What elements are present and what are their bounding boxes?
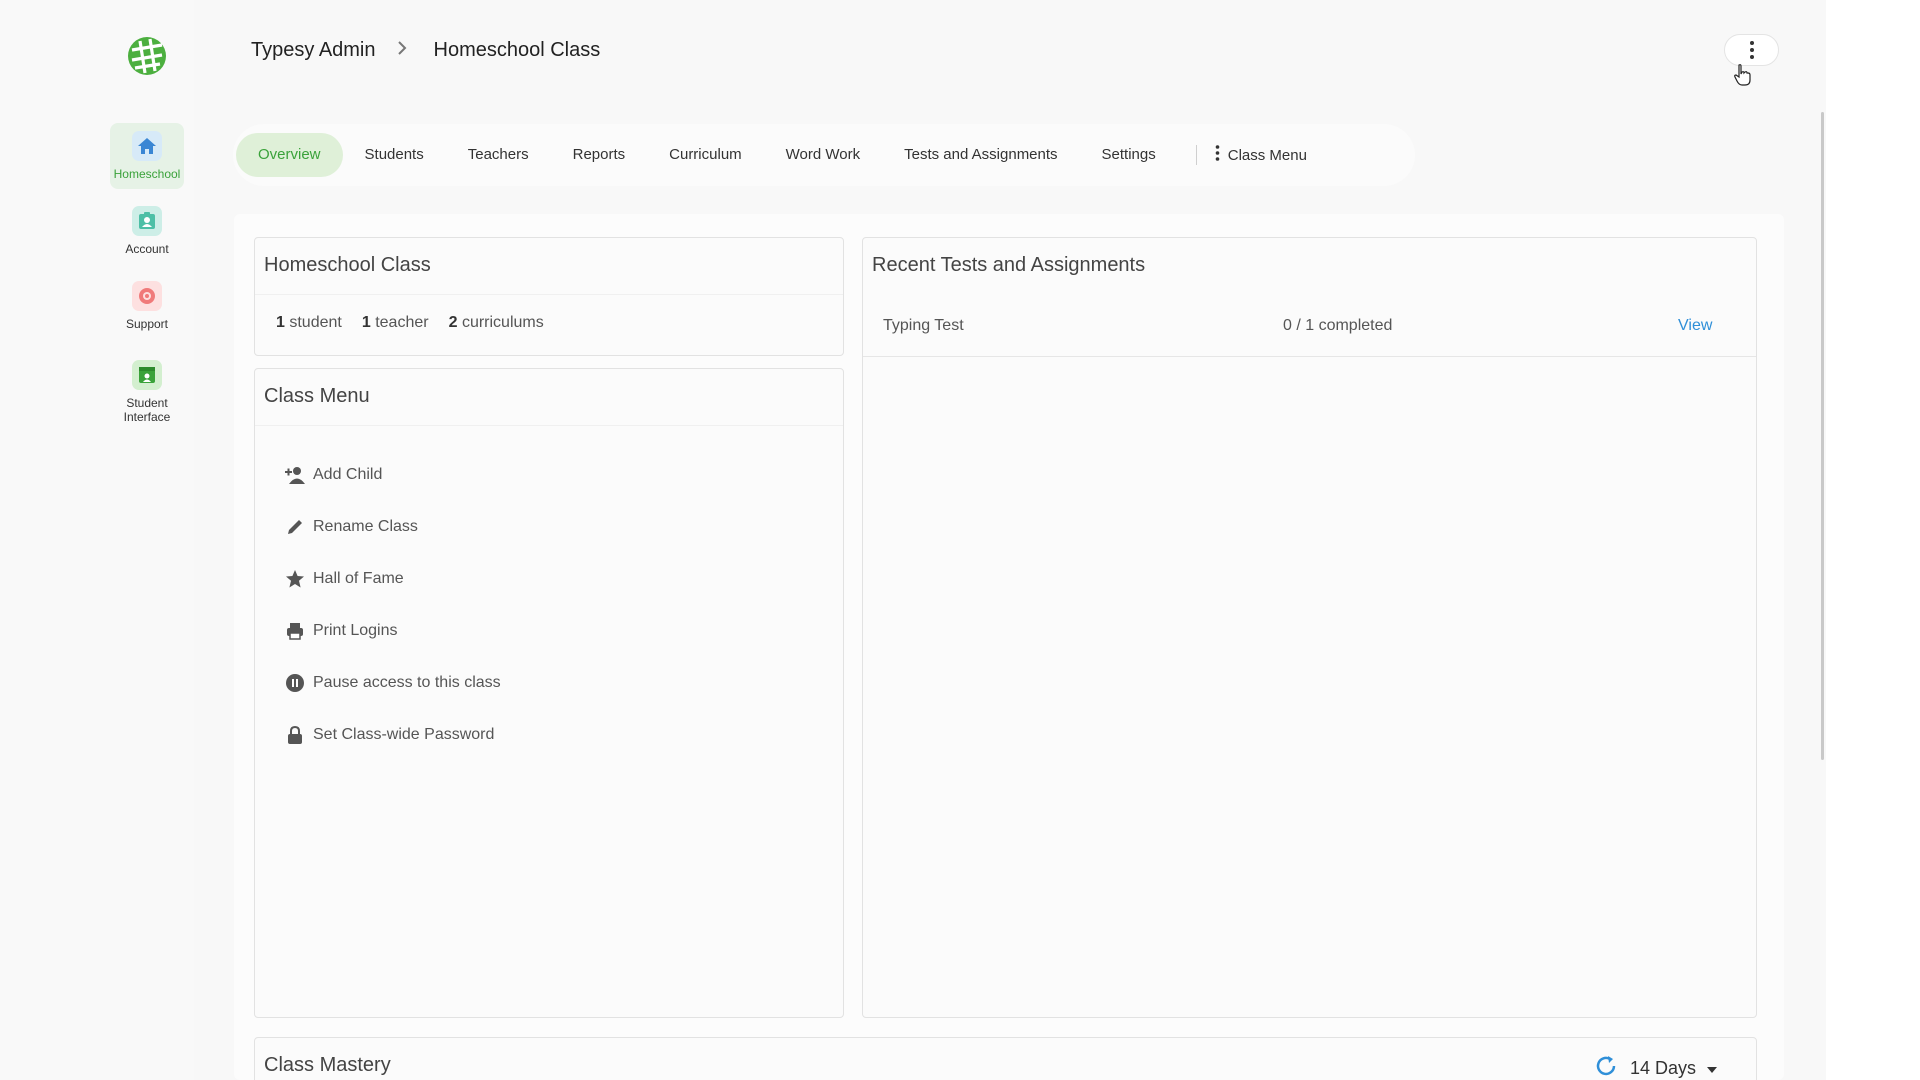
sidebar-item-support[interactable]: Support: [110, 281, 184, 341]
tab-curriculum[interactable]: Curriculum: [647, 133, 764, 177]
support-icon: [132, 281, 162, 311]
assignment-progress: 0 / 1 completed: [1283, 317, 1393, 334]
student-interface-icon: [132, 360, 162, 390]
pause-icon: [283, 671, 307, 695]
account-icon: [132, 206, 162, 236]
sidebar-item-account[interactable]: Account: [110, 206, 184, 266]
right-margin: [1826, 0, 1920, 1080]
breadcrumb-root[interactable]: Typesy Admin: [251, 39, 376, 62]
breadcrumb: Typesy Admin Homeschool Class: [251, 39, 600, 62]
breadcrumb-current: Homeschool Class: [433, 39, 601, 61]
tab-settings[interactable]: Settings: [1080, 133, 1178, 177]
stat-curriculums: 2 curriculums: [448, 314, 544, 331]
class-menu-card: Class Menu Add Child Rename Class Hall o…: [254, 368, 844, 1018]
hall-of-fame-button[interactable]: Hall of Fame: [283, 553, 501, 605]
sidebar-item-homeschool[interactable]: Homeschool: [110, 123, 184, 189]
rename-class-button[interactable]: Rename Class: [283, 501, 501, 553]
home-icon: [132, 131, 162, 161]
card-divider: [255, 425, 843, 426]
printer-icon: [283, 619, 307, 643]
card-divider: [255, 294, 843, 295]
tab-divider: [1195, 145, 1197, 165]
tab-overview[interactable]: Overview: [236, 133, 343, 177]
add-person-icon: [283, 463, 307, 487]
chevron-right-icon: [396, 39, 408, 62]
sidebar-item-student-interface[interactable]: Student Interface: [110, 360, 184, 432]
left-sidebar: Homeschool Account Support Student Inter…: [0, 0, 194, 1080]
hand-cursor-icon: [1733, 63, 1753, 87]
date-range-value: 14 Days: [1629, 1058, 1696, 1078]
scrollbar[interactable]: [1821, 112, 1824, 760]
menu-item-label: Print Logins: [313, 622, 398, 639]
sidebar-item-label: Support: [125, 317, 169, 331]
sidebar-item-label: Homeschool: [113, 167, 181, 181]
class-menu-title: Class Menu: [264, 385, 370, 407]
class-tabs: Overview Students Teachers Reports Curri…: [233, 124, 1415, 186]
star-icon: [283, 567, 307, 591]
menu-item-label: Add Child: [313, 466, 383, 483]
menu-item-label: Set Class-wide Password: [313, 726, 495, 743]
tab-tests-and-assignments[interactable]: Tests and Assignments: [882, 133, 1079, 177]
tab-class-menu-label: Class Menu: [1227, 146, 1307, 164]
tab-class-menu[interactable]: Class Menu: [1215, 144, 1307, 166]
assignment-name: Typing Test: [883, 317, 964, 334]
date-range-select[interactable]: 14 Days: [1594, 1054, 1718, 1080]
caret-down-icon: [1706, 1058, 1718, 1079]
class-mastery-card: Class Mastery 14 Days: [254, 1037, 1757, 1080]
sidebar-item-label: Account: [125, 242, 169, 256]
typesy-logo[interactable]: [124, 33, 170, 79]
view-link[interactable]: View: [1678, 317, 1712, 335]
print-logins-button[interactable]: Print Logins: [283, 605, 501, 657]
vertical-dots-icon: [1749, 41, 1754, 59]
class-menu-list: Add Child Rename Class Hall of Fame Prin…: [283, 449, 501, 761]
tab-word-work[interactable]: Word Work: [764, 133, 882, 177]
class-summary-card: Homeschool Class 1 student 1 teacher 2 c…: [254, 237, 844, 356]
lock-icon: [283, 723, 307, 747]
table-row: Typing Test 0 / 1 completed View: [863, 295, 1756, 357]
recent-tests-card: Recent Tests and Assignments Typing Test…: [862, 237, 1757, 1018]
sidebar-item-label: Student Interface: [123, 396, 171, 424]
tab-reports[interactable]: Reports: [551, 133, 648, 177]
class-summary-title: Homeschool Class: [264, 254, 431, 276]
more-options-button[interactable]: [1724, 34, 1779, 66]
vertical-dots-icon: [1215, 144, 1220, 166]
stat-teachers: 1 teacher: [361, 314, 429, 331]
recent-tests-title: Recent Tests and Assignments: [872, 254, 1146, 276]
add-child-button[interactable]: Add Child: [283, 449, 501, 501]
menu-item-label: Hall of Fame: [313, 570, 404, 587]
menu-item-label: Pause access to this class: [313, 674, 501, 691]
class-mastery-title: Class Mastery: [264, 1054, 391, 1076]
refresh-icon[interactable]: [1594, 1054, 1618, 1080]
pencil-icon: [283, 515, 307, 539]
pause-access-button[interactable]: Pause access to this class: [283, 657, 501, 709]
class-stats: 1 student 1 teacher 2 curriculums: [276, 314, 544, 332]
menu-item-label: Rename Class: [313, 518, 418, 535]
tab-students[interactable]: Students: [343, 133, 446, 177]
set-class-password-button[interactable]: Set Class-wide Password: [283, 709, 501, 761]
tab-teachers[interactable]: Teachers: [446, 133, 551, 177]
stat-students: 1 student: [276, 314, 342, 331]
